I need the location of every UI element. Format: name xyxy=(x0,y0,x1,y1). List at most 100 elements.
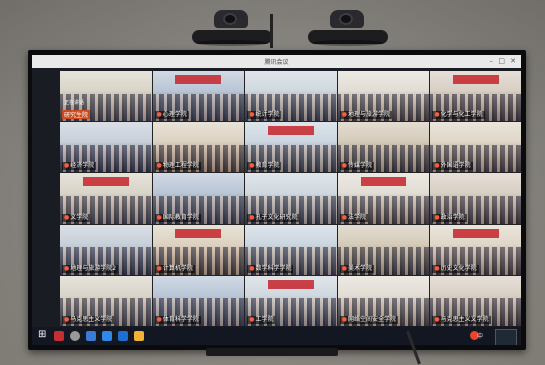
mic-icon: ● xyxy=(341,316,348,323)
video-tile[interactable]: ●化学与化工学院 xyxy=(430,71,521,122)
mic-icon: ● xyxy=(156,264,162,272)
tile-label: ●马克思主义学院 xyxy=(62,316,115,324)
tile-label-text: 孔子文化研究院 xyxy=(255,213,298,221)
mic-icon: ● xyxy=(341,213,348,221)
video-tile[interactable]: ●法学院 xyxy=(337,173,430,224)
tile-label: ●孔子文化研究院 xyxy=(247,213,300,222)
tile-label: ●经济学院 xyxy=(62,162,97,171)
minimize-icon[interactable]: – xyxy=(490,57,494,65)
television: 腾讯会议 – □ ✕ 正在讲话 研究生院 ●心理学院 ●统计学院 ●地理与旅游学院 ●化学… xyxy=(28,50,526,350)
tile-label: ●美术学院 xyxy=(339,264,375,273)
mic-icon: ● xyxy=(341,111,348,119)
red-banner xyxy=(453,228,500,238)
mic-icon: ● xyxy=(156,162,162,170)
video-tile[interactable]: ●数学科学学院 xyxy=(245,224,337,275)
video-tile[interactable]: ●心理学院 xyxy=(152,71,245,122)
folder-icon[interactable] xyxy=(134,331,144,341)
tile-label: ●文学院 xyxy=(62,213,91,222)
settings-icon[interactable] xyxy=(70,331,80,341)
app-red-icon[interactable] xyxy=(54,331,64,341)
window-titlebar: 腾讯会议 – □ ✕ xyxy=(32,55,521,68)
video-tile[interactable]: ●国际教育学院 xyxy=(152,173,245,224)
tile-label: ●体育科学学院 xyxy=(154,316,201,324)
mic-icon: ● xyxy=(341,162,348,170)
mic-icon: ● xyxy=(156,111,162,119)
video-tile[interactable]: ●马克思主义学院 xyxy=(60,275,152,326)
close-icon[interactable]: ✕ xyxy=(510,57,516,65)
mic-icon: ● xyxy=(249,111,255,119)
tile-label-text: 历史文化学院 xyxy=(440,264,477,272)
video-tile[interactable]: ●地理与旅游学院2 xyxy=(60,224,152,275)
video-tile[interactable]: ●教育学院 xyxy=(245,122,337,173)
video-tile[interactable]: ●计算机学院 xyxy=(152,224,245,275)
mic-icon: ● xyxy=(341,264,348,272)
tile-label-text: 文学院 xyxy=(70,213,89,221)
notification-icon[interactable] xyxy=(495,329,517,345)
tile-label: ●教育学院 xyxy=(247,162,282,171)
tile-label-text: 国际教育学院 xyxy=(162,213,199,221)
video-tile[interactable]: ●工学院 xyxy=(245,275,337,326)
mic-icon: ● xyxy=(64,162,70,170)
tile-label-text: 体育科学学院 xyxy=(162,316,199,323)
tile-label: ●历史文化学院 xyxy=(432,264,479,273)
mic-icon: ● xyxy=(64,316,70,323)
maximize-icon[interactable]: □ xyxy=(498,57,505,65)
mic-icon: ● xyxy=(434,316,440,323)
tile-label-text: 地理与旅游学院 xyxy=(348,111,391,119)
video-grid: 正在讲话 研究生院 ●心理学院 ●统计学院 ●地理与旅游学院 ●化学与化工学院 ●经济学院 ●… xyxy=(60,71,521,326)
tile-label: ●计算机学院 xyxy=(154,264,195,273)
tile-label: ●物理工程学院 xyxy=(154,162,201,171)
mic-icon: ● xyxy=(249,264,255,272)
mic-icon: ● xyxy=(249,162,255,170)
tile-label: ●法学院 xyxy=(339,213,369,222)
tile-label-text: 心理学院 xyxy=(162,111,187,119)
video-tile[interactable]: ●经济学院 xyxy=(60,122,152,173)
tile-label: ●统计学院 xyxy=(247,111,282,120)
tile-label-text: 马克思主义文学院 xyxy=(440,316,489,323)
browser-icon[interactable] xyxy=(86,331,96,341)
red-banner xyxy=(82,177,129,187)
tile-label: ●传媒学院 xyxy=(339,162,375,171)
tile-label: ●心理学院 xyxy=(154,111,189,120)
tile-label: ●网络空间安全学院 xyxy=(339,316,399,324)
app-blue-icon[interactable] xyxy=(102,331,112,341)
video-tile[interactable]: ●地理与旅游学院 xyxy=(337,71,430,122)
video-tile[interactable]: ●政治学院 xyxy=(430,173,521,224)
windows-start-icon[interactable]: ⊞ xyxy=(38,330,48,340)
tile-label: ●化学与化工学院 xyxy=(432,111,485,120)
conference-camera-right xyxy=(308,10,388,46)
speaking-indicator: 正在讲话 xyxy=(64,100,85,106)
video-tile[interactable]: ●外国语学院 xyxy=(430,122,521,173)
tile-label-text: 统计学院 xyxy=(255,111,280,119)
meeting-icon[interactable] xyxy=(118,331,128,341)
video-tile[interactable]: ●孔子文化研究院 xyxy=(245,173,337,224)
red-banner xyxy=(453,75,500,85)
tile-label: ●地理与旅游学院2 xyxy=(62,264,119,273)
video-tile[interactable]: ●文学院 xyxy=(60,173,152,224)
red-banner xyxy=(175,75,222,85)
red-banner xyxy=(268,126,314,136)
tile-label-text: 政治学院 xyxy=(440,213,465,221)
tile-label-text: 经济学院 xyxy=(70,162,95,170)
video-tile[interactable]: ●美术学院 xyxy=(337,224,430,275)
microphone-stand xyxy=(270,14,273,48)
video-tile[interactable]: ●网络空间安全学院 xyxy=(337,275,430,326)
mic-icon: ● xyxy=(156,316,162,323)
video-tile[interactable]: ●马克思主义文学院 xyxy=(430,275,521,326)
tile-label-text: 传媒学院 xyxy=(348,162,373,170)
tray-language[interactable]: 中 xyxy=(477,331,483,340)
video-tile[interactable]: ●统计学院 xyxy=(245,71,337,122)
video-tile[interactable]: ●物理工程学院 xyxy=(152,122,245,173)
tile-label-text: 法学院 xyxy=(348,213,367,221)
tv-stand xyxy=(206,348,338,356)
tile-label-text: 美术学院 xyxy=(348,264,373,272)
video-tile[interactable]: ●传媒学院 xyxy=(337,122,430,173)
tv-screen: 腾讯会议 – □ ✕ 正在讲话 研究生院 ●心理学院 ●统计学院 ●地理与旅游学院 ●化学… xyxy=(32,55,521,345)
tile-label: ●国际教育学院 xyxy=(154,213,201,222)
video-tile[interactable]: ●体育科学学院 xyxy=(152,275,245,326)
video-tile[interactable]: 正在讲话 研究生院 xyxy=(60,71,152,122)
taskbar: ⊞ 中 xyxy=(32,327,521,345)
video-tile[interactable]: ●历史文化学院 xyxy=(430,224,521,275)
tile-label-text: 化学与化工学院 xyxy=(440,111,483,119)
tile-label: ●地理与旅游学院 xyxy=(339,111,393,120)
